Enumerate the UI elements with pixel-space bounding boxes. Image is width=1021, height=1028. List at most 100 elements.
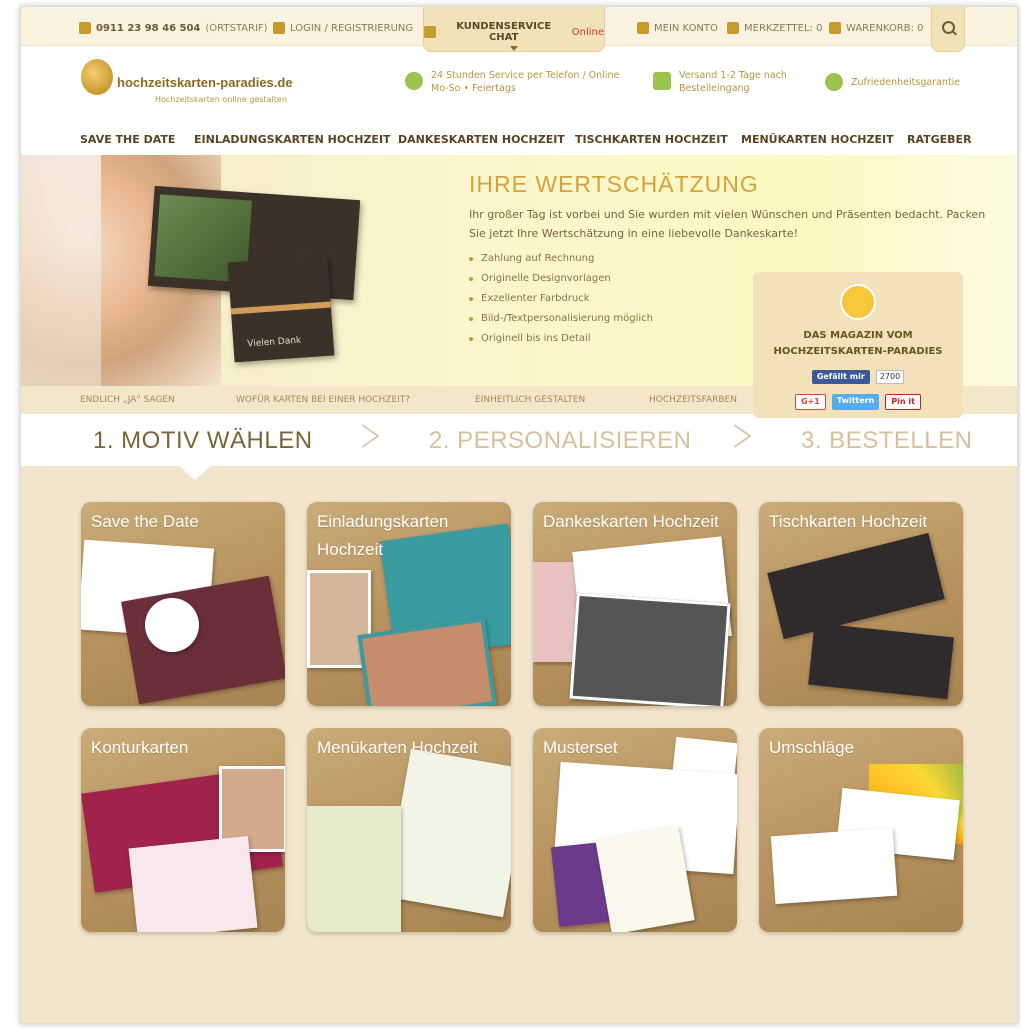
tile-einladungskarten[interactable]: Einladungskarten Hochzeit xyxy=(307,502,511,706)
benefit-item: Bild-/Textpersonalisierung möglich xyxy=(469,309,653,329)
tile-dankeskarten[interactable]: Dankeskarten Hochzeit xyxy=(533,502,737,706)
chat-label: KUNDENSERVICE CHAT xyxy=(456,21,552,43)
hero-intro: Ihr großer Tag ist vorbei und Sie wurden… xyxy=(469,208,986,240)
place-card-sebastian-image xyxy=(808,622,954,700)
order-steps: 1. MOTIV WÄHLEN 2. PERSONALISIEREN 3. BE… xyxy=(21,414,1017,466)
tile-musterset[interactable]: Musterset xyxy=(533,728,737,932)
thank-you-card-front: Vielen Dank xyxy=(227,255,335,363)
couple-kiss-photo-image xyxy=(357,617,497,706)
main-navigation: SAVE THE DATE EINLADUNGSKARTEN HOCHZEIT … xyxy=(21,133,1017,157)
usp-service-line2: Mo-So • Feiertags xyxy=(431,83,516,94)
clock-icon xyxy=(405,72,423,90)
magazin-title-line2: HOCHZEITSKARTEN-PARADIES xyxy=(773,346,943,357)
hero-title: IHRE WERTSCHÄTZUNG xyxy=(469,171,759,197)
usp-guarantee-label: Zufriedenheitsgarantie xyxy=(851,77,961,88)
benefit-item: Originelle Designvorlagen xyxy=(469,269,653,289)
phone-note: (ORTSTARIF) xyxy=(205,22,268,34)
nav-tischkarten[interactable]: TISCHKARTEN HOCHZEIT xyxy=(575,133,728,146)
bw-wedding-photo-image xyxy=(569,592,731,706)
truck-icon xyxy=(653,72,671,90)
tile-menuekarten[interactable]: Menükarten Hochzeit xyxy=(307,728,511,932)
seal-image xyxy=(145,598,199,652)
wishlist-link[interactable]: MERKZETTEL: 0 xyxy=(727,22,822,34)
step-3: 3. BESTELLEN xyxy=(801,427,973,454)
benefit-item: Originell bis ins Detail xyxy=(469,329,653,349)
chevron-down-icon xyxy=(510,46,518,51)
search-button[interactable] xyxy=(931,7,965,52)
tile-title: Umschläge xyxy=(769,738,855,757)
nav-save-the-date[interactable]: SAVE THE DATE xyxy=(80,133,175,146)
phone-number: 0911 23 98 46 504 xyxy=(96,22,201,34)
subnav-hochzeitsfarben[interactable]: HOCHZEITSFARBEN xyxy=(649,395,737,405)
lock-icon xyxy=(273,22,285,34)
usp-service-line1: 24 Stunden Service per Telefon / Online xyxy=(431,70,620,81)
tile-title: Dankeskarten Hochzeit xyxy=(543,512,719,531)
login-link[interactable]: LOGIN / REGISTRIERUNG xyxy=(273,22,413,34)
tile-title: Tischkarten Hochzeit xyxy=(769,512,928,531)
benefit-item: Zahlung auf Rechnung xyxy=(469,249,653,269)
usp-shipping-line2: Bestelleingang xyxy=(679,83,750,94)
account-label: MEIN KONTO xyxy=(654,22,718,34)
step-pointer xyxy=(179,466,211,480)
chat-status: Online xyxy=(571,26,604,38)
tile-title: Musterset xyxy=(543,738,618,757)
envelope-front-image xyxy=(770,827,898,905)
tile-save-the-date[interactable]: Save the Date xyxy=(81,502,285,706)
facebook-like-button[interactable]: Gefällt mir xyxy=(811,370,870,384)
subnav-endlich-ja[interactable]: ENDLICH „JA" SAGEN xyxy=(80,395,175,405)
letter-image xyxy=(595,825,695,932)
facebook-like-count: 2700 xyxy=(875,370,905,384)
nav-einladungskarten[interactable]: EINLADUNGSKARTEN HOCHZEIT xyxy=(194,133,391,146)
step-1: 1. MOTIV WÄHLEN xyxy=(93,427,313,454)
document-icon xyxy=(637,22,649,34)
nav-ratgeber[interactable]: RATGEBER xyxy=(907,133,972,146)
book-icon xyxy=(840,284,876,320)
step-2: 2. PERSONALISIEREN xyxy=(429,427,692,454)
usp-service: 24 Stunden Service per Telefon / Online M… xyxy=(405,69,619,95)
logo-tagline: Hochzeitskarten online gestalten xyxy=(155,95,287,104)
basket-icon xyxy=(829,22,841,34)
subnav-wofuer-karten[interactable]: WOFÜR KARTEN BEI EINER HOCHZEIT? xyxy=(236,395,410,405)
search-icon xyxy=(942,21,955,34)
nav-menuekarten[interactable]: MENÜKARTEN HOCHZEIT xyxy=(741,133,894,146)
hero-benefits-list: Zahlung auf Rechnung Originelle Designvo… xyxy=(469,249,653,349)
chevron-right-icon xyxy=(346,424,380,448)
menu-card-front-image xyxy=(307,806,401,932)
usp-shipping: Versand 1-2 Tage nach Bestelleingang xyxy=(653,69,787,95)
chevron-right-icon xyxy=(718,424,752,448)
subnav-einheitlich[interactable]: EINHEITLICH GESTALTEN xyxy=(475,395,585,405)
account-link[interactable]: MEIN KONTO xyxy=(637,22,718,34)
floral-card-image xyxy=(128,835,258,932)
place-card-stefanie-image xyxy=(767,532,945,640)
tile-konturkarten[interactable]: Konturkarten xyxy=(81,728,285,932)
top-bar: 0911 23 98 46 504 (ORTSTARIF) LOGIN / RE… xyxy=(21,7,1017,52)
benefit-item: Exzellenter Farbdruck xyxy=(469,289,653,309)
chat-icon xyxy=(424,26,436,38)
pinterest-button[interactable]: Pin it xyxy=(885,394,921,410)
phone-info[interactable]: 0911 23 98 46 504 (ORTSTARIF) xyxy=(79,22,268,34)
google-plus-button[interactable]: G+1 xyxy=(795,394,826,410)
tile-umschlaege[interactable]: Umschläge xyxy=(759,728,963,932)
pin-icon xyxy=(727,22,739,34)
cart-link[interactable]: WARENKORB: 0 xyxy=(829,22,924,34)
tile-title: Einladungskarten Hochzeit xyxy=(317,512,449,559)
logo-emblem-icon xyxy=(81,59,113,95)
tile-tischkarten[interactable]: Tischkarten Hochzeit xyxy=(759,502,963,706)
customer-service-chat-button[interactable]: KUNDENSERVICE CHAT Online xyxy=(423,7,605,52)
card-text: Vielen Dank xyxy=(247,335,302,350)
tile-title: Save the Date xyxy=(91,512,199,531)
menu-card-back-image xyxy=(384,748,511,918)
browser-page: 0911 23 98 46 504 (ORTSTARIF) LOGIN / RE… xyxy=(20,6,1018,1024)
magazin-box[interactable]: DAS MAGAZIN VOM HOCHZEITSKARTEN-PARADIES… xyxy=(753,272,963,418)
tile-title: Menükarten Hochzeit xyxy=(317,738,478,757)
phone-icon xyxy=(79,22,91,34)
usp-shipping-line1: Versand 1-2 Tage nach xyxy=(679,70,787,81)
tile-title: Konturkarten xyxy=(91,738,189,757)
award-icon xyxy=(825,73,843,91)
product-grid: Save the Date Einladungskarten Hochzeit … xyxy=(21,466,1017,1023)
logo-name: hochzeitskarten-paradies.de xyxy=(117,75,293,90)
twitter-button[interactable]: Twittern xyxy=(831,394,880,410)
wishlist-label: MERKZETTEL: 0 xyxy=(744,22,823,34)
nav-dankeskarten[interactable]: DANKESKARTEN HOCHZEIT xyxy=(398,133,565,146)
cart-label: WARENKORB: 0 xyxy=(846,22,924,34)
